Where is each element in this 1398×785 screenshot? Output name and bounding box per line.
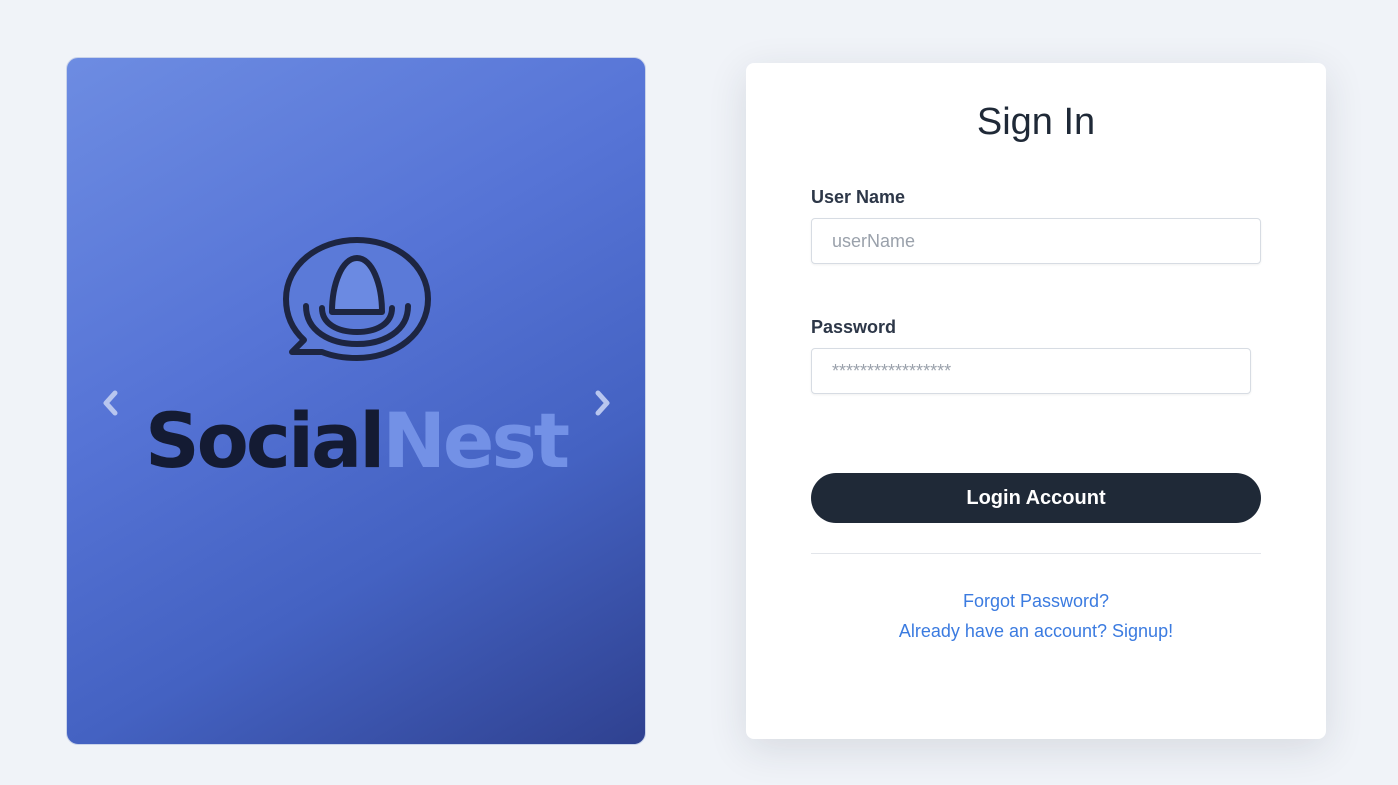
brand-wordmark-social: Social: [144, 396, 385, 485]
brand-carousel: SocialNest: [66, 57, 646, 745]
username-label: User Name: [811, 187, 906, 207]
forgot-password-link[interactable]: Forgot Password?: [746, 591, 1326, 612]
carousel-next-button[interactable]: [588, 389, 616, 417]
password-input[interactable]: [811, 348, 1251, 394]
socialnest-logo-icon: [283, 237, 431, 361]
divider: [811, 553, 1261, 554]
login-page: SocialNest Sign In User Name Password Lo…: [0, 0, 1398, 785]
brand-wordmark-nest: Nest: [382, 396, 570, 485]
signin-card: Sign In User Name Password Login Account…: [746, 63, 1326, 739]
chevron-right-icon: [595, 390, 610, 416]
page-title: Sign In: [976, 101, 1096, 143]
login-button[interactable]: Login Account: [811, 473, 1261, 523]
brand-wordmark: SocialNest: [67, 403, 645, 479]
signup-link[interactable]: Already have an account? Signup!: [746, 621, 1326, 642]
password-label: Password: [811, 317, 897, 337]
username-input[interactable]: [811, 218, 1261, 264]
